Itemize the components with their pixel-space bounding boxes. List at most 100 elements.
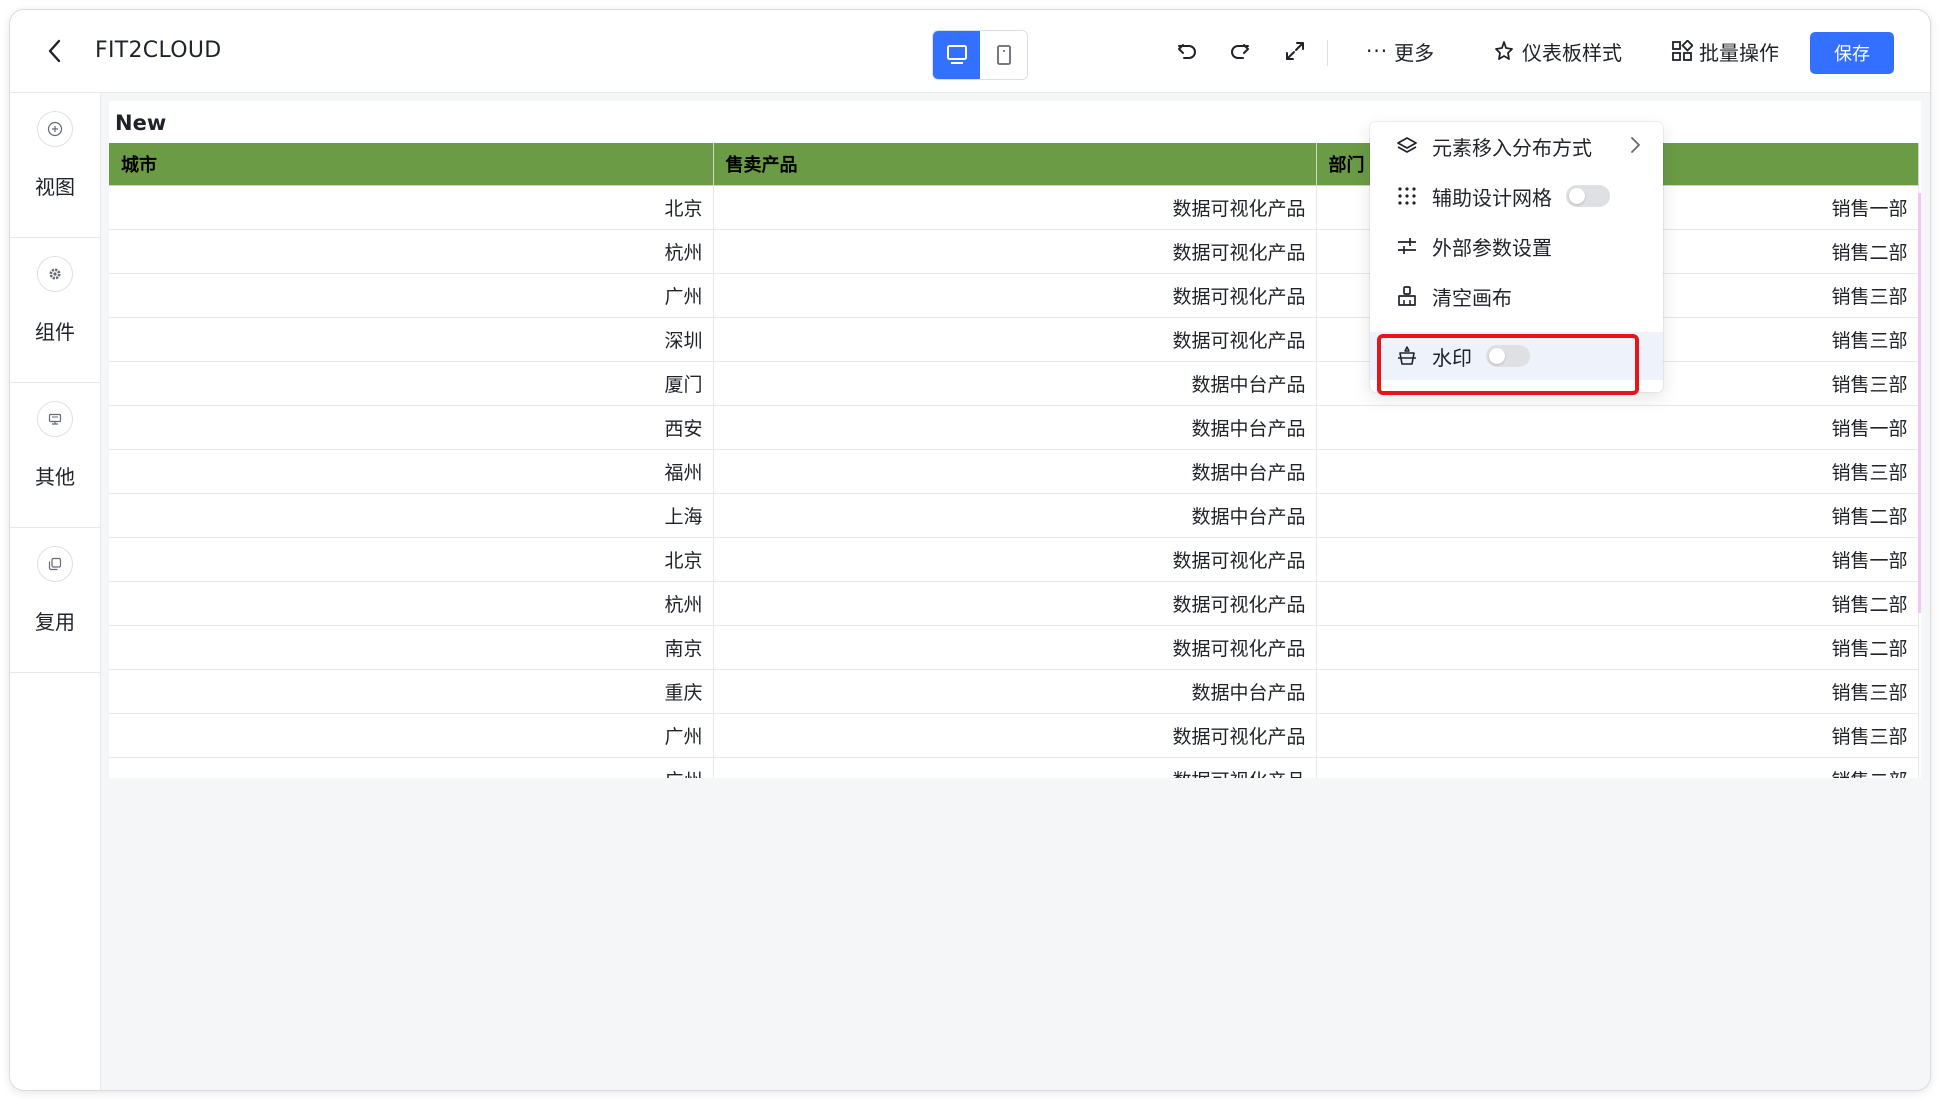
table-row: 福州 数据中台产品 销售三部: [109, 449, 1919, 494]
sidebar-item-other[interactable]: 其他: [10, 383, 100, 528]
table-cell: 数据中台产品: [713, 449, 1317, 494]
sidebar-item-reuse[interactable]: 复用: [10, 528, 100, 673]
table-cell: 销售二部: [1316, 757, 1919, 778]
table-cell: 销售三部: [1316, 713, 1919, 758]
table-cell: 西安: [109, 405, 714, 450]
copy-icon: [37, 546, 73, 582]
sidebar-item-label: 复用: [35, 610, 75, 634]
sidebar-item-view[interactable]: 视图: [10, 93, 100, 238]
table-cell: 杭州: [109, 229, 714, 274]
back-icon[interactable]: [40, 36, 70, 66]
toggle-knob: [1489, 348, 1505, 364]
table-cell: 广州: [109, 713, 714, 758]
table-cell: 销售二部: [1316, 581, 1919, 626]
table-row: 广州数据可视化产品销售二部: [109, 757, 1919, 778]
table-row: 重庆 数据中台产品 销售三部: [109, 669, 1919, 714]
style-icon: [1495, 41, 1513, 60]
pc-view-button[interactable]: [933, 31, 980, 79]
view-mode-toggle: [932, 30, 1028, 80]
table-cell: 广州: [109, 273, 714, 318]
batch-operation-label: 批量操作: [1699, 40, 1779, 65]
table-cell: 深圳: [109, 317, 714, 362]
column-header[interactable]: 售卖产品: [713, 143, 1317, 186]
toggle-knob: [1569, 188, 1585, 204]
menu-item-label: 元素移入分布方式: [1432, 135, 1592, 160]
table-cell: 数据可视化产品: [713, 713, 1317, 758]
undo-icon[interactable]: [1172, 36, 1202, 66]
batch-icon: [1672, 40, 1693, 61]
media-icon: [37, 401, 73, 437]
table-cell: 广州: [109, 757, 714, 778]
table-cell: 数据可视化产品: [713, 537, 1317, 582]
menu-item-label: 辅助设计网格: [1432, 185, 1552, 210]
table-cell: 厦门: [109, 361, 714, 406]
more-dropdown-menu: 元素移入分布方式 辅助设计网格 外部参数设置 清空画布 水印: [1370, 122, 1663, 392]
ellipsis-icon: ···: [1366, 39, 1389, 63]
grid-dots-icon: [1394, 183, 1420, 209]
table-cell: 数据可视化产品: [713, 185, 1317, 230]
menu-item-element-distribution[interactable]: 元素移入分布方式: [1370, 122, 1663, 170]
toolbar-divider: [1327, 40, 1328, 66]
table-cell: 销售一部: [1316, 537, 1919, 582]
menu-item-clear-canvas[interactable]: 清空画布: [1370, 272, 1663, 320]
table-cell: 数据中台产品: [713, 361, 1317, 406]
table-scrollbar[interactable]: [1918, 193, 1921, 613]
watermark-icon: [1394, 343, 1420, 369]
table-cell: 上海: [109, 493, 714, 538]
table-row: 广州 数据可视化产品 销售三部: [109, 713, 1919, 758]
monitor-icon: [946, 45, 967, 64]
table-cell: 数据可视化产品: [713, 317, 1317, 362]
chevron-right-icon: [1629, 134, 1641, 161]
redo-icon[interactable]: [1225, 36, 1255, 66]
mobile-icon: [996, 45, 1011, 65]
sidebar-item-label: 其他: [35, 465, 75, 489]
dashboard-title: FIT2CLOUD: [95, 38, 222, 63]
menu-item-watermark[interactable]: 水印: [1370, 332, 1663, 380]
gear-icon: [37, 256, 73, 292]
table-cell: 福州: [109, 449, 714, 494]
sidebar-item-label: 组件: [35, 320, 75, 344]
table-row: 南京 数据可视化产品 销售二部: [109, 625, 1919, 670]
menu-item-design-grid[interactable]: 辅助设计网格: [1370, 172, 1663, 220]
layers-icon: [1394, 133, 1420, 159]
sidebar-item-label: 视图: [35, 175, 75, 199]
watermark-toggle[interactable]: [1486, 345, 1530, 367]
mobile-view-button[interactable]: [980, 31, 1027, 79]
table-row: 杭州 数据可视化产品 销售二部: [109, 581, 1919, 626]
table-cell: 数据可视化产品: [713, 229, 1317, 274]
menu-item-label: 清空画布: [1432, 285, 1512, 310]
table-cell: 数据中台产品: [713, 405, 1317, 450]
dashboard-style-button[interactable]: 仪表板样式: [1492, 36, 1622, 66]
table-cell: 北京: [109, 537, 714, 582]
table-cell: 销售二部: [1316, 625, 1919, 670]
table-cell: 数据可视化产品: [713, 273, 1317, 318]
table-cell: 销售三部: [1316, 669, 1919, 714]
table-cell: 数据中台产品: [713, 493, 1317, 538]
app-window: FIT2CLOUD ··· 更多 仪表板样式 批量操作 保存 视图 组件 其他 …: [10, 10, 1930, 1090]
table-row: 西安 数据中台产品 销售一部: [109, 405, 1919, 450]
component-sidebar: 视图 组件 其他 复用: [10, 93, 101, 1090]
design-grid-toggle[interactable]: [1566, 185, 1610, 207]
table-cell: 销售一部: [1316, 405, 1919, 450]
table-cell: 数据可视化产品: [713, 757, 1317, 778]
table-title: New: [115, 111, 167, 135]
table-cell: 销售二部: [1316, 493, 1919, 538]
column-header[interactable]: 城市: [109, 143, 714, 186]
batch-operation-button[interactable]: 批量操作: [1671, 36, 1779, 66]
menu-item-label: 水印: [1432, 345, 1472, 370]
table-cell: 杭州: [109, 581, 714, 626]
table-row: 北京 数据可视化产品 销售一部: [109, 537, 1919, 582]
table-cell: 数据可视化产品: [713, 581, 1317, 626]
dashboard-style-label: 仪表板样式: [1522, 40, 1622, 65]
sidebar-item-widgets[interactable]: 组件: [10, 238, 100, 383]
plus-circle-icon: [37, 111, 73, 147]
sliders-icon: [1394, 233, 1420, 259]
more-label: 更多: [1394, 40, 1435, 65]
menu-item-external-params[interactable]: 外部参数设置: [1370, 222, 1663, 270]
table-cell: 重庆: [109, 669, 714, 714]
menu-item-label: 外部参数设置: [1432, 235, 1552, 260]
fullscreen-icon[interactable]: [1280, 36, 1310, 66]
save-button[interactable]: 保存: [1810, 32, 1894, 74]
table-cell: 南京: [109, 625, 714, 670]
more-button[interactable]: ··· 更多: [1366, 36, 1434, 66]
